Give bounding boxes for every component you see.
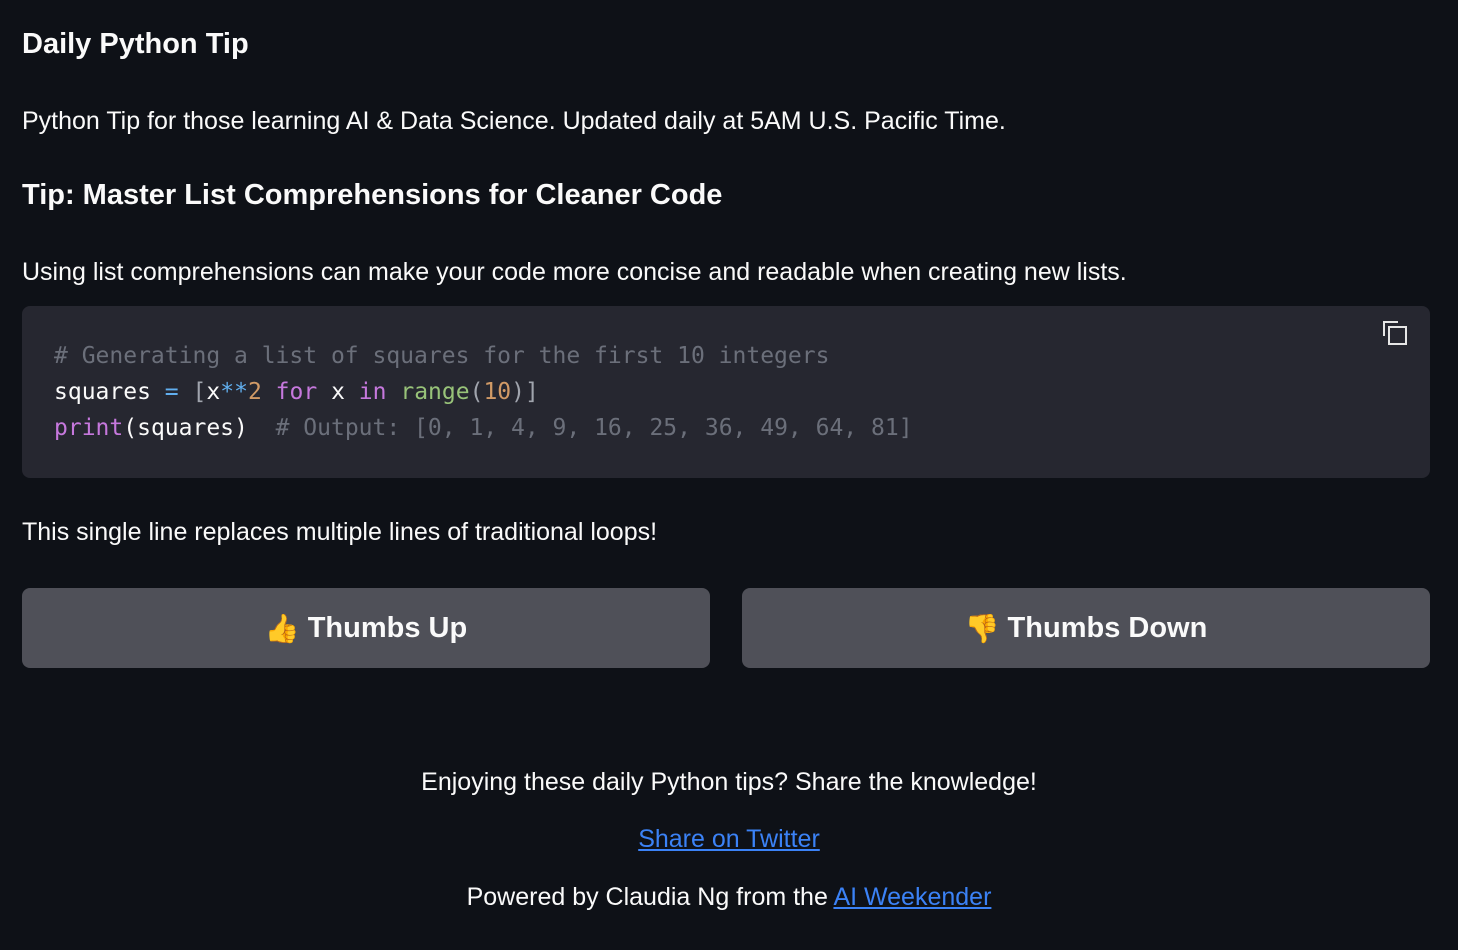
thumbs-down-button[interactable]: 👎 Thumbs Down: [742, 588, 1430, 668]
code-open-paren: (: [469, 379, 484, 405]
thumbs-down-label: Thumbs Down: [1007, 611, 1208, 644]
tip-description: Using list comprehensions can make your …: [22, 258, 1127, 286]
code-range-fn: range: [400, 379, 470, 405]
copy-button[interactable]: [1380, 318, 1410, 348]
app-page: Daily Python Tip Python Tip for those le…: [0, 0, 1458, 950]
code-two: 2: [247, 379, 262, 405]
code-ten: 10: [483, 379, 512, 405]
code-close: )]: [511, 379, 539, 405]
share-prompt: Enjoying these daily Python tips? Share …: [421, 768, 1037, 796]
tip-title: Tip: Master List Comprehensions for Clea…: [22, 179, 723, 211]
share-twitter-line: Share on Twitter: [0, 821, 1458, 857]
code-open-bracket: [: [192, 379, 207, 405]
closing-text: This single line replaces multiple lines…: [22, 518, 658, 546]
ai-weekender-link[interactable]: AI Weekender: [833, 883, 991, 911]
code-print-args: (squares): [123, 415, 248, 441]
powered-by-line: Powered by Claudia Ng from the AI Weeken…: [0, 879, 1458, 915]
intro-text: Python Tip for those learning AI & Data …: [22, 107, 1006, 135]
code-assign: =: [164, 379, 179, 405]
code-comment-line1: # Generating a list of squares for the f…: [54, 343, 830, 369]
thumbs-down-icon: 👎: [964, 611, 1000, 645]
powered-by-text: Powered by Claudia Ng from the: [466, 883, 834, 911]
code-in-keyword: in: [358, 379, 387, 405]
code-var-squares: squares: [54, 379, 151, 405]
code-print-fn: print: [54, 415, 124, 441]
app-title: Daily Python Tip: [22, 28, 249, 60]
code-pow-op: **: [220, 379, 248, 405]
share-on-twitter-link[interactable]: Share on Twitter: [638, 825, 820, 853]
thumbs-up-icon: 👍: [264, 611, 300, 645]
code-block: # Generating a list of squares for the f…: [22, 306, 1430, 478]
code-content: # Generating a list of squares for the f…: [54, 338, 913, 446]
code-x1: x: [206, 379, 221, 405]
code-for-keyword: for: [275, 379, 318, 405]
code-x2: x: [331, 379, 345, 405]
thumbs-up-button[interactable]: 👍 Thumbs Up: [22, 588, 710, 668]
code-output-comment: # Output: [0, 1, 4, 9, 16, 25, 36, 49, 6…: [275, 415, 913, 441]
thumbs-up-label: Thumbs Up: [307, 611, 468, 644]
copy-icon: [1383, 321, 1407, 345]
